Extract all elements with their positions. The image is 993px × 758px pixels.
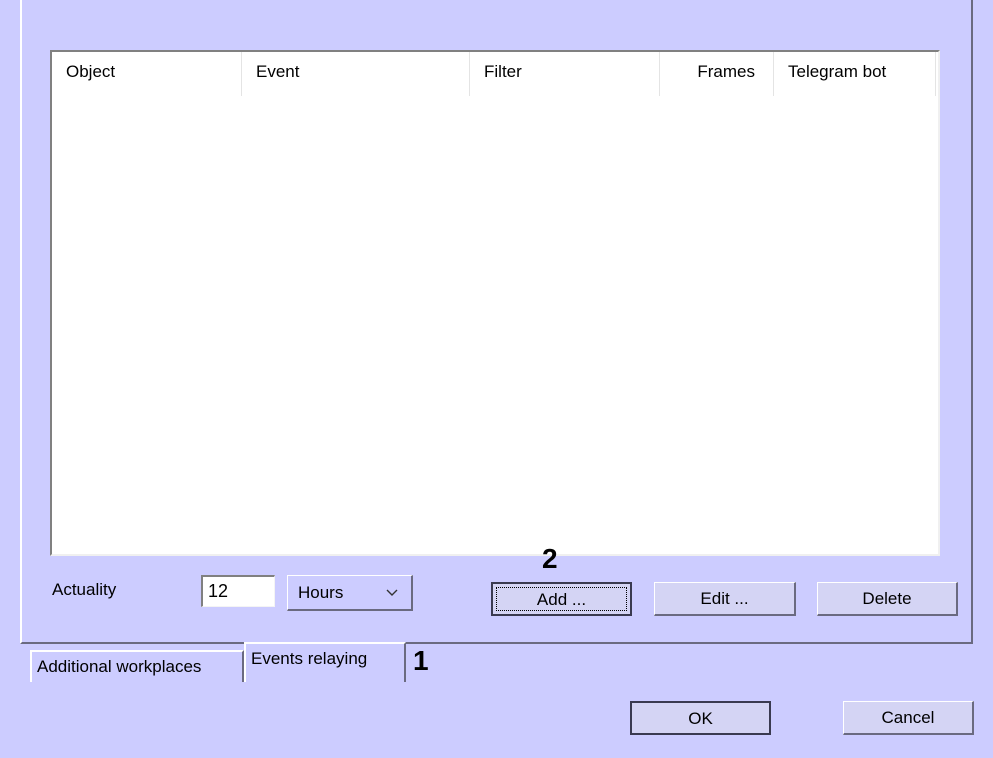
tab-additional-workplaces[interactable]: Additional workplaces — [30, 650, 244, 682]
actuality-unit-value: Hours — [298, 583, 344, 602]
add-button-label: Add ... — [536, 590, 587, 609]
callout-marker-2: 2 — [542, 543, 558, 574]
cancel-button[interactable]: Cancel — [843, 701, 974, 735]
actuality-value-input[interactable]: 12 — [201, 575, 275, 607]
chevron-down-icon — [385, 576, 399, 622]
callout-marker-1: 1 — [413, 645, 429, 676]
tab-events-relaying[interactable]: Events relaying — [244, 642, 406, 682]
add-button[interactable]: Add ... — [491, 582, 632, 616]
column-header-object[interactable]: Object — [52, 52, 242, 96]
edit-button[interactable]: Edit ... — [654, 582, 796, 616]
dialog-window: Object Event Filter Frames Telegram bot … — [0, 0, 993, 758]
actuality-label: Actuality — [52, 580, 117, 599]
column-header-telegram-bot[interactable]: Telegram bot — [774, 52, 936, 96]
actuality-unit-select[interactable]: Hours — [287, 575, 413, 611]
ok-button[interactable]: OK — [630, 701, 771, 735]
column-header-event[interactable]: Event — [242, 52, 470, 96]
events-list[interactable]: Object Event Filter Frames Telegram bot — [50, 50, 940, 556]
delete-button[interactable]: Delete — [817, 582, 958, 616]
list-header: Object Event Filter Frames Telegram bot — [52, 52, 938, 96]
column-header-filter[interactable]: Filter — [470, 52, 660, 96]
column-header-frames[interactable]: Frames — [660, 52, 774, 96]
